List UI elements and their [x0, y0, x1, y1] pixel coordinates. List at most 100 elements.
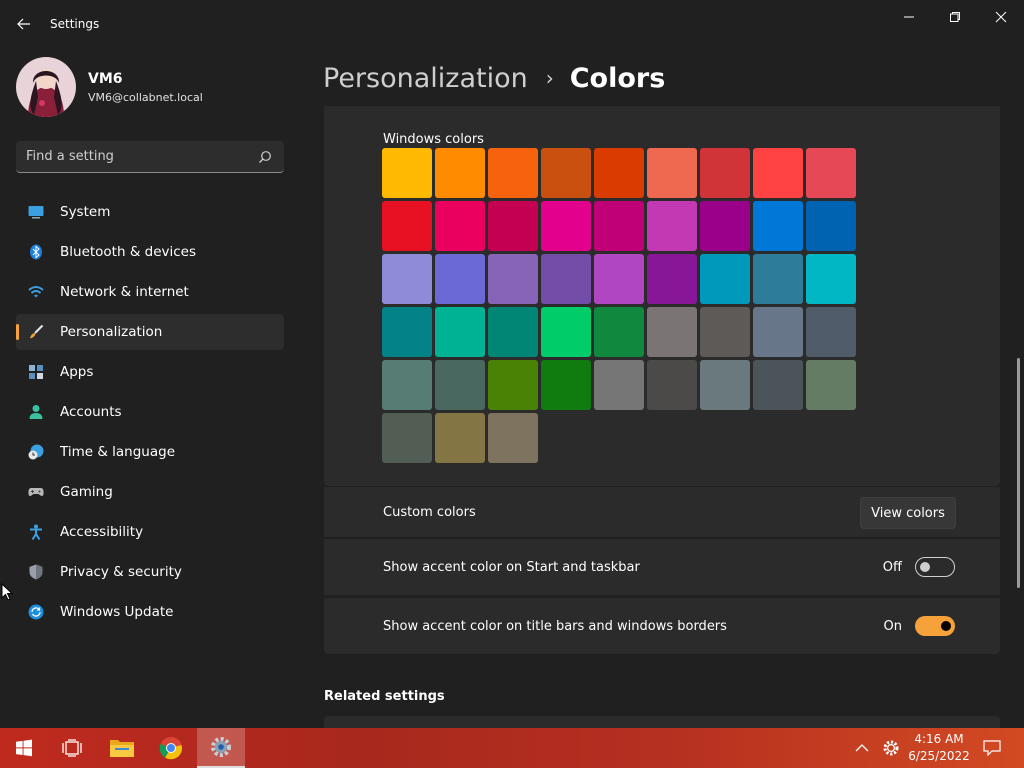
- taskbar-clock[interactable]: 4:16 AM 6/25/2022: [908, 731, 970, 765]
- back-button[interactable]: [14, 14, 34, 34]
- color-swatch[interactable]: [435, 201, 485, 251]
- bluetooth-icon: [30, 244, 42, 260]
- action-center-button[interactable]: [974, 728, 1010, 768]
- task-view-button[interactable]: [48, 728, 96, 768]
- custom-colors-label: Custom colors: [383, 504, 476, 520]
- color-swatch[interactable]: [488, 148, 538, 198]
- search-box[interactable]: [16, 141, 284, 173]
- color-swatch[interactable]: [435, 148, 485, 198]
- sidebar-item-bluetooth[interactable]: Bluetooth & devices: [16, 234, 284, 270]
- start-button[interactable]: [0, 728, 48, 768]
- accent-title-bars-toggle[interactable]: [915, 616, 955, 636]
- color-swatch[interactable]: [541, 148, 591, 198]
- toggle-knob: [941, 621, 951, 631]
- task-view-icon: [62, 739, 82, 757]
- color-swatch[interactable]: [382, 148, 432, 198]
- sidebar-item-label: Gaming: [60, 484, 113, 500]
- color-swatch[interactable]: [806, 254, 856, 304]
- sidebar-item-gaming[interactable]: Gaming: [16, 474, 284, 510]
- sidebar-item-windows-update[interactable]: Windows Update: [16, 594, 284, 630]
- sidebar-item-personalization[interactable]: Personalization: [16, 314, 284, 350]
- color-swatch[interactable]: [594, 254, 644, 304]
- color-swatch[interactable]: [435, 413, 485, 463]
- color-swatch[interactable]: [806, 148, 856, 198]
- color-swatch[interactable]: [488, 307, 538, 357]
- breadcrumb-parent[interactable]: Personalization: [323, 63, 528, 94]
- app-title: Settings: [50, 17, 100, 31]
- accessibility-icon: [30, 524, 42, 540]
- minimize-button[interactable]: [886, 6, 932, 28]
- sidebar-item-accounts[interactable]: Accounts: [16, 394, 284, 430]
- color-swatch[interactable]: [753, 360, 803, 410]
- color-swatch[interactable]: [647, 360, 697, 410]
- paintbrush-icon: [30, 324, 44, 339]
- color-swatch[interactable]: [806, 201, 856, 251]
- chevron-right-icon: ›: [545, 66, 554, 90]
- accent-start-taskbar-label: Show accent color on Start and taskbar: [383, 559, 640, 575]
- sidebar-item-accessibility[interactable]: Accessibility: [16, 514, 284, 550]
- color-swatch[interactable]: [382, 307, 432, 357]
- show-hidden-icons-button[interactable]: [846, 728, 878, 768]
- sidebar-item-privacy[interactable]: Privacy & security: [16, 554, 284, 590]
- color-swatch[interactable]: [647, 254, 697, 304]
- sidebar-item-time-language[interactable]: Time & language: [16, 434, 284, 470]
- shield-icon: [29, 564, 43, 580]
- maximize-button[interactable]: [932, 6, 978, 28]
- settings-app-button[interactable]: [197, 728, 245, 768]
- chrome-button[interactable]: [147, 728, 195, 768]
- color-swatch[interactable]: [541, 254, 591, 304]
- color-swatch[interactable]: [435, 360, 485, 410]
- color-swatch[interactable]: [488, 201, 538, 251]
- color-swatch[interactable]: [806, 360, 856, 410]
- color-swatch[interactable]: [488, 360, 538, 410]
- mouse-cursor-icon: [1, 583, 13, 601]
- color-swatch[interactable]: [488, 254, 538, 304]
- accent-start-taskbar-toggle[interactable]: [915, 557, 955, 577]
- search-input[interactable]: [26, 141, 246, 172]
- color-swatch[interactable]: [382, 254, 432, 304]
- close-button[interactable]: [978, 6, 1024, 28]
- color-swatch[interactable]: [435, 254, 485, 304]
- sidebar-item-label: Accessibility: [60, 524, 144, 540]
- sidebar-item-apps[interactable]: Apps: [16, 354, 284, 390]
- sidebar-item-system[interactable]: System: [16, 194, 284, 230]
- sidebar-item-network[interactable]: Network & internet: [16, 274, 284, 310]
- color-swatch[interactable]: [488, 413, 538, 463]
- color-swatch[interactable]: [700, 360, 750, 410]
- color-swatch[interactable]: [700, 254, 750, 304]
- scrollbar-thumb[interactable]: [1017, 358, 1020, 588]
- view-colors-button[interactable]: View colors: [860, 497, 956, 529]
- color-swatch[interactable]: [435, 307, 485, 357]
- user-email: VM6@collabnet.local: [88, 91, 203, 104]
- color-swatch[interactable]: [382, 413, 432, 463]
- color-swatch[interactable]: [753, 307, 803, 357]
- file-explorer-button[interactable]: [98, 728, 146, 768]
- color-swatch[interactable]: [647, 307, 697, 357]
- color-swatch[interactable]: [753, 148, 803, 198]
- color-swatch[interactable]: [753, 254, 803, 304]
- color-swatch[interactable]: [806, 307, 856, 357]
- color-swatch[interactable]: [594, 307, 644, 357]
- color-swatch[interactable]: [647, 148, 697, 198]
- color-swatch[interactable]: [594, 201, 644, 251]
- tray-settings-button[interactable]: [876, 728, 906, 768]
- color-swatch[interactable]: [753, 201, 803, 251]
- gamepad-icon: [28, 488, 44, 496]
- color-swatch[interactable]: [382, 360, 432, 410]
- color-swatch[interactable]: [700, 307, 750, 357]
- color-swatch[interactable]: [647, 201, 697, 251]
- color-swatch[interactable]: [541, 360, 591, 410]
- color-swatch[interactable]: [541, 201, 591, 251]
- color-swatch[interactable]: [700, 201, 750, 251]
- color-swatch[interactable]: [700, 148, 750, 198]
- color-swatch[interactable]: [541, 307, 591, 357]
- color-swatch[interactable]: [382, 201, 432, 251]
- close-icon: [995, 11, 1007, 23]
- clock-date: 6/25/2022: [908, 749, 970, 763]
- avatar[interactable]: [16, 57, 76, 117]
- sidebar-item-label: System: [60, 204, 111, 220]
- color-swatch[interactable]: [594, 148, 644, 198]
- monitor-icon: [28, 206, 44, 219]
- color-swatch[interactable]: [594, 360, 644, 410]
- gear-icon: [883, 740, 899, 756]
